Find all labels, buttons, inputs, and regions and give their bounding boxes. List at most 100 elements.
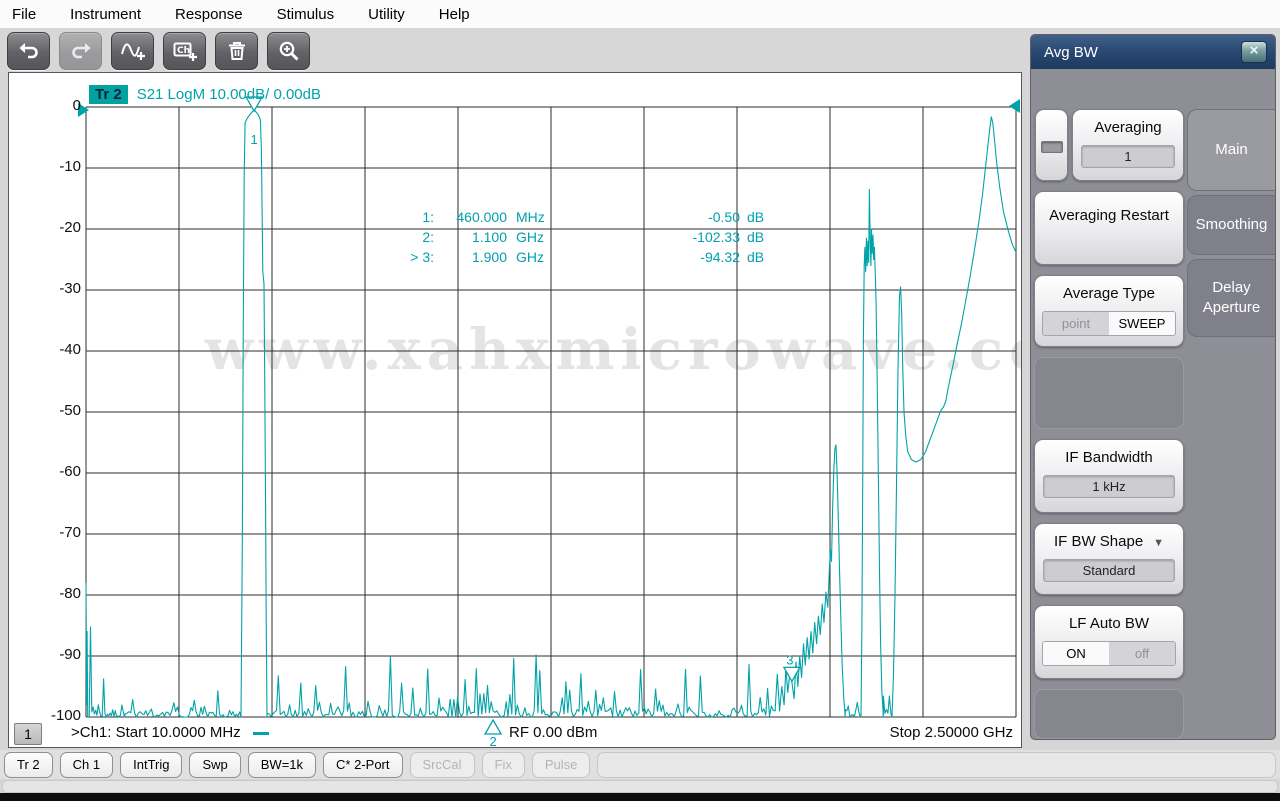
lf-auto-bw-on-option[interactable]: ON bbox=[1043, 642, 1109, 665]
status-spacer bbox=[597, 752, 1276, 778]
if-bw-shape-button[interactable]: IF BW Shape▼ Standard bbox=[1034, 523, 1184, 595]
menu-file[interactable]: File bbox=[12, 6, 36, 23]
add-trace-icon bbox=[120, 39, 146, 63]
add-channel-icon: Ch bbox=[172, 39, 198, 63]
panel-body: Averaging 1 Averaging Restart Average Ty… bbox=[1031, 69, 1275, 741]
close-icon[interactable]: × bbox=[1241, 41, 1267, 63]
y-tick-label: -90 bbox=[35, 646, 81, 663]
marker-2-freq-unit: GHz bbox=[507, 227, 557, 247]
message-strip bbox=[2, 780, 1278, 793]
average-type-sweep-option[interactable]: SWEEP bbox=[1109, 312, 1175, 335]
marker-2-label: 2: bbox=[339, 227, 434, 247]
y-tick-label: -100 bbox=[35, 707, 81, 724]
trash-icon bbox=[225, 39, 249, 63]
marker-1-level: -0.50 bbox=[557, 207, 740, 227]
redo-icon bbox=[69, 39, 93, 63]
trace-badge[interactable]: Tr 2 bbox=[89, 85, 128, 104]
tab-smoothing[interactable]: Smoothing bbox=[1187, 195, 1275, 255]
svg-text:2: 2 bbox=[489, 734, 496, 747]
y-tick-label: -70 bbox=[35, 524, 81, 541]
marker-readout-1: 1: 460.000 MHz -0.50 dB bbox=[339, 207, 764, 227]
y-tick-label: -20 bbox=[35, 219, 81, 236]
y-tick-label: 0 bbox=[35, 97, 81, 114]
y-tick-label: -30 bbox=[35, 280, 81, 297]
lf-auto-bw-button[interactable]: LF Auto BW ON off bbox=[1034, 605, 1184, 679]
averaging-toggle[interactable] bbox=[1035, 109, 1068, 181]
lf-auto-bw-label: LF Auto BW bbox=[1035, 615, 1183, 632]
marker-3-level-unit: dB bbox=[740, 247, 764, 267]
svg-text:1: 1 bbox=[250, 132, 257, 147]
menu-utility[interactable]: Utility bbox=[368, 6, 405, 23]
marker-3-level: -94.32 bbox=[557, 247, 740, 267]
status-channel[interactable]: Ch 1 bbox=[60, 752, 113, 778]
tab-main[interactable]: Main bbox=[1187, 109, 1275, 191]
marker-readout-3: > 3: 1.900 GHz -94.32 dB bbox=[339, 247, 764, 267]
channel-badge: 1 bbox=[14, 723, 42, 745]
add-trace-button[interactable] bbox=[111, 32, 154, 70]
redo-button[interactable] bbox=[59, 32, 102, 70]
average-type-label: Average Type bbox=[1035, 285, 1183, 302]
marker-2-level-unit: dB bbox=[740, 227, 764, 247]
marker-1-freq-unit: MHz bbox=[507, 207, 557, 227]
menu-stimulus[interactable]: Stimulus bbox=[277, 6, 335, 23]
marker-2-freq: 1.100 bbox=[434, 227, 507, 247]
plot-svg: 1 2 3 bbox=[9, 73, 1021, 747]
rf-power-label: RF 0.00 dBm bbox=[509, 724, 597, 741]
if-bandwidth-value: 1 kHz bbox=[1043, 475, 1175, 498]
status-srccal: SrcCal bbox=[410, 752, 475, 778]
avg-bw-panel: Avg BW × Averaging 1 Averaging Restart A… bbox=[1030, 34, 1276, 740]
if-bandwidth-label: IF Bandwidth bbox=[1035, 449, 1183, 466]
average-type-segmented: point SWEEP bbox=[1042, 311, 1176, 336]
lf-auto-bw-segmented: ON off bbox=[1042, 641, 1176, 666]
y-tick-label: -40 bbox=[35, 341, 81, 358]
trace-header: Tr 2 S21 LogM 10.00dB/ 0.00dB bbox=[89, 85, 321, 104]
status-bandwidth[interactable]: BW=1k bbox=[248, 752, 316, 778]
svg-text:Ch: Ch bbox=[177, 46, 190, 56]
svg-text:3: 3 bbox=[786, 652, 793, 667]
y-tick-label: -50 bbox=[35, 402, 81, 419]
averaging-label: Averaging bbox=[1073, 119, 1183, 136]
status-pulse: Pulse bbox=[532, 752, 591, 778]
lf-auto-bw-off-option[interactable]: off bbox=[1109, 642, 1175, 665]
marker-2-level: -102.33 bbox=[557, 227, 740, 247]
menu-response[interactable]: Response bbox=[175, 6, 243, 23]
status-fix: Fix bbox=[482, 752, 525, 778]
stimulus-stop-label: Stop 2.50000 GHz bbox=[890, 724, 1013, 741]
start-text: >Ch1: Start 10.0000 MHz bbox=[71, 724, 241, 741]
menu-instrument[interactable]: Instrument bbox=[70, 6, 141, 23]
status-calibration[interactable]: C* 2-Port bbox=[323, 752, 402, 778]
average-type-point-option[interactable]: point bbox=[1043, 312, 1109, 335]
zoom-button[interactable] bbox=[267, 32, 310, 70]
add-channel-button[interactable]: Ch bbox=[163, 32, 206, 70]
tab-delay-aperture[interactable]: Delay Aperture bbox=[1187, 259, 1275, 337]
empty-softkey-2 bbox=[1034, 689, 1184, 739]
trace-title: S21 LogM 10.00dB/ 0.00dB bbox=[137, 86, 321, 103]
average-type-button[interactable]: Average Type point SWEEP bbox=[1034, 275, 1184, 347]
if-bw-shape-label: IF BW Shape▼ bbox=[1035, 533, 1183, 550]
if-bandwidth-button[interactable]: IF Bandwidth 1 kHz bbox=[1034, 439, 1184, 513]
undo-button[interactable] bbox=[7, 32, 50, 70]
averaging-button[interactable]: Averaging 1 bbox=[1072, 109, 1184, 181]
dropdown-arrow-icon: ▼ bbox=[1153, 537, 1164, 549]
averaging-restart-button[interactable]: Averaging Restart bbox=[1034, 191, 1184, 265]
measurement-display: www.xahxmicrowave.com 123 Tr 2 S21 LogM … bbox=[8, 72, 1022, 748]
marker-3-freq: 1.900 bbox=[434, 247, 507, 267]
averaging-value: 1 bbox=[1081, 145, 1175, 168]
status-trigger[interactable]: IntTrig bbox=[120, 752, 182, 778]
status-trace[interactable]: Tr 2 bbox=[4, 752, 53, 778]
window-footer bbox=[0, 793, 1280, 801]
undo-icon bbox=[17, 39, 41, 63]
menu-help[interactable]: Help bbox=[439, 6, 470, 23]
marker-1-level-unit: dB bbox=[740, 207, 764, 227]
menu-bar: File Instrument Response Stimulus Utilit… bbox=[0, 0, 1280, 28]
status-sweep[interactable]: Swp bbox=[189, 752, 240, 778]
panel-title: Avg BW bbox=[1044, 44, 1098, 61]
toggle-led-icon bbox=[1041, 141, 1063, 153]
panel-title-bar: Avg BW × bbox=[1031, 35, 1275, 69]
y-tick-label: -10 bbox=[35, 158, 81, 175]
delete-trace-button[interactable] bbox=[215, 32, 258, 70]
marker-readout-2: 2: 1.100 GHz -102.33 dB bbox=[339, 227, 764, 247]
trace-color-dash bbox=[253, 732, 269, 735]
stimulus-start-label: >Ch1: Start 10.0000 MHz bbox=[71, 724, 269, 741]
empty-softkey-1 bbox=[1034, 357, 1184, 429]
